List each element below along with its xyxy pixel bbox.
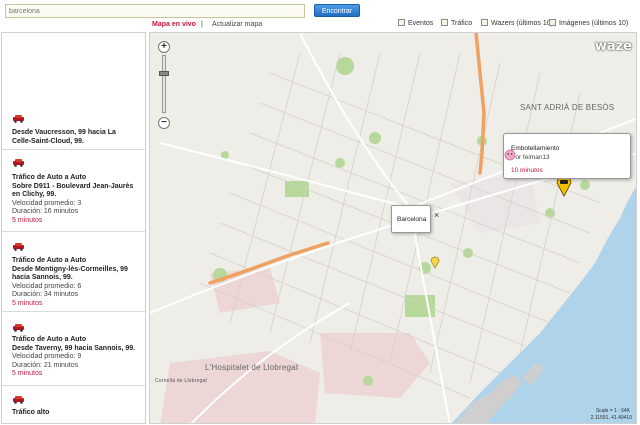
zoom-control: + −	[156, 41, 172, 129]
waze-logo: waze	[594, 39, 632, 54]
checkbox-icon[interactable]	[481, 19, 488, 26]
zoom-handle[interactable]	[159, 71, 169, 76]
map-coordinates: 2.11591, 41.40410	[590, 415, 632, 421]
search-input[interactable]	[5, 4, 305, 18]
top-bar: Encontrar	[0, 0, 640, 20]
car-icon	[13, 243, 24, 251]
tab-update-map[interactable]: Actualizar mapa	[212, 21, 262, 28]
filter-events[interactable]: Eventos	[398, 19, 433, 27]
tab-live-map[interactable]: Mapa en vivo	[152, 21, 196, 28]
list-item[interactable]: Tráfico de Auto a Auto Desde Taverny, 99…	[2, 311, 145, 385]
list-item[interactable]: Tráfico de Auto a Auto Sobre D911 - Boul…	[2, 149, 145, 229]
user-avatar-icon	[504, 149, 516, 161]
zoom-out-button[interactable]: −	[158, 117, 170, 129]
pin-icon[interactable]	[430, 255, 440, 269]
reports-sidebar: Desde Vaucresson, 99 hacia La Celle-Sain…	[1, 32, 146, 424]
checkbox-icon[interactable]	[441, 19, 448, 26]
filter-traffic[interactable]: Tráfico	[441, 19, 472, 27]
city-popup: Barcelona ×	[391, 205, 439, 233]
car-icon	[13, 324, 24, 332]
list-item[interactable]	[2, 33, 145, 123]
popup-title: Barcelona	[397, 216, 427, 223]
checkbox-icon[interactable]	[398, 19, 405, 26]
search-button[interactable]: Encontrar	[314, 4, 360, 17]
report-text: Tráfico de Auto a Auto Sobre D911 - Boul…	[12, 174, 134, 224]
map-label-sant-adria: SANT ADRIÀ DE BESÒS	[520, 103, 615, 112]
zoom-in-button[interactable]: +	[158, 41, 170, 53]
report-text: Tráfico alto	[12, 409, 50, 416]
report-text: Tráfico de Auto a Auto Desde Taverny, 99…	[12, 336, 136, 378]
map-canvas[interactable]: SANT ADRIÀ DE BESÒS L'Hospitalet de Llob…	[149, 32, 637, 424]
close-icon[interactable]: ×	[434, 210, 439, 220]
checkbox-icon[interactable]	[549, 19, 556, 26]
list-item[interactable]: Tráfico alto	[2, 385, 145, 423]
popup-user[interactable]: Por feiman13	[511, 154, 550, 161]
tab-separator: |	[201, 21, 203, 28]
map-scale: Scale = 1 : 64K	[595, 408, 630, 414]
traffic-jam-popup: Embotellamiento Por feiman13 10 minutos	[503, 133, 631, 179]
list-item[interactable]: Tráfico de Auto a Auto Desde Montigny-lè…	[2, 231, 145, 311]
popup-time: 10 minutos	[511, 167, 543, 174]
zoom-slider[interactable]	[162, 55, 166, 113]
filter-images[interactable]: Imágenes (últimos 10)	[549, 19, 628, 27]
report-text: Tráfico de Auto a Auto Desde Montigny-lè…	[12, 257, 128, 307]
map-label-cornella: Cornellà de Llobregat	[155, 378, 208, 384]
popup-title: Embotellamiento	[511, 145, 560, 152]
car-icon	[13, 115, 24, 123]
car-icon	[13, 396, 24, 404]
report-text: Desde Vaucresson, 99 hacia La Celle-Sain…	[12, 129, 116, 145]
car-icon	[13, 159, 24, 167]
filter-wazers[interactable]: Wazers (últimos 10)	[481, 19, 553, 27]
map-label-hospitalet: L'Hospitalet de Llobregat	[205, 363, 299, 372]
